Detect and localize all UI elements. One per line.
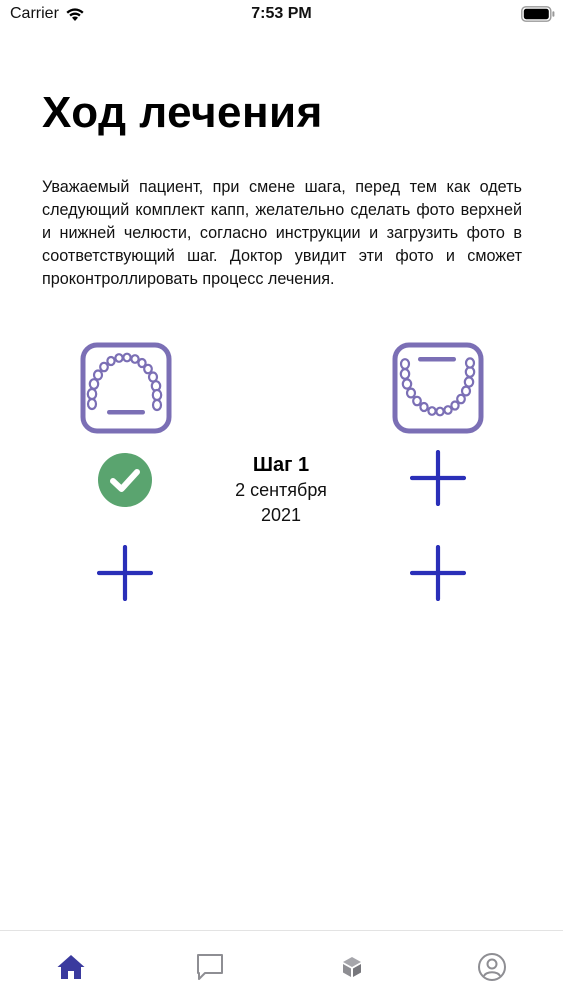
page-title: Ход лечения [42, 88, 323, 137]
battery-icon [521, 6, 555, 22]
step-date-day: 2 сентября [235, 480, 327, 500]
profile-icon [478, 953, 506, 981]
add-lower-photo-button[interactable] [410, 450, 466, 506]
step-title: Шаг 1 [252, 454, 310, 476]
tab-bar [0, 930, 563, 1001]
status-bar: Carrier 7:53 PM [0, 0, 563, 30]
step-date-year: 2021 [260, 505, 302, 525]
box-icon [343, 957, 361, 977]
status-time: 7:53 PM [251, 5, 312, 22]
tab-aligners[interactable] [334, 949, 370, 985]
intro-text: Уважаемый пациент, при смене шага, перед… [42, 178, 522, 288]
add-lower-photo-button-2[interactable] [410, 545, 466, 601]
add-upper-photo-button[interactable] [97, 545, 153, 601]
check-circle-icon[interactable] [97, 452, 153, 508]
tab-home[interactable] [53, 949, 89, 985]
step-info: Шаг 1 2 сентября 2021 [180, 452, 382, 528]
tab-chat[interactable] [192, 949, 228, 985]
upper-jaw-icon [80, 342, 172, 434]
chat-icon [197, 954, 223, 980]
home-icon [57, 955, 85, 979]
tab-profile[interactable] [474, 949, 510, 985]
lower-jaw-icon [392, 342, 484, 434]
